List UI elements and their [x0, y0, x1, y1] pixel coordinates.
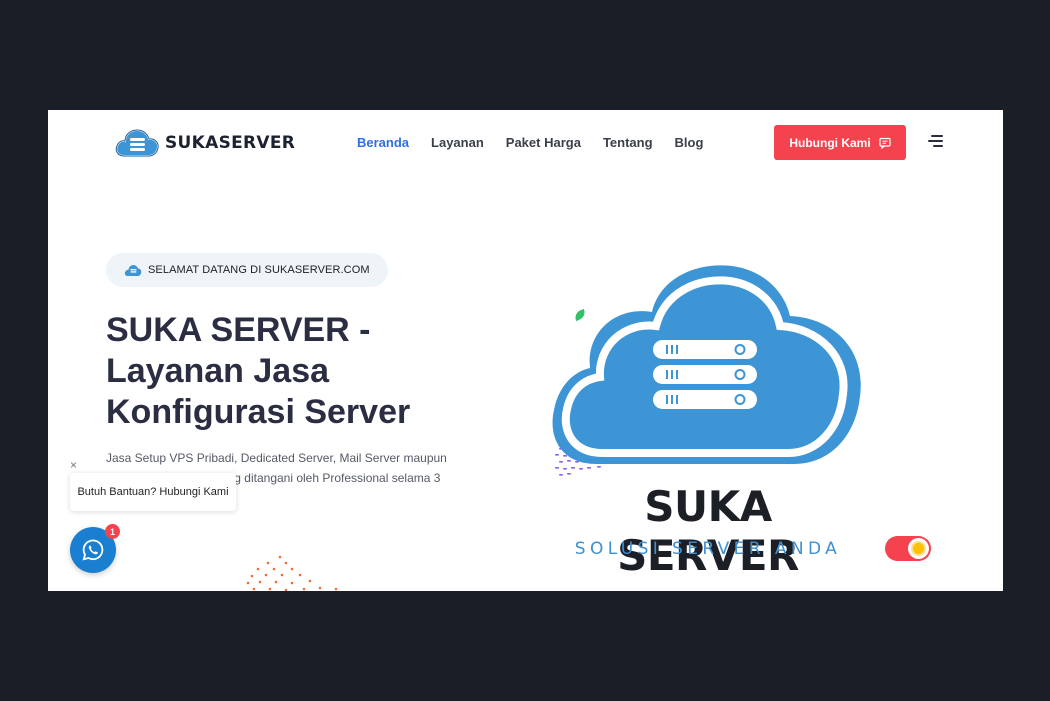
nav-item-layanan[interactable]: Layanan [431, 135, 484, 150]
hero-title: SUKA SERVER - Layanan Jasa Konfigurasi S… [106, 310, 486, 433]
logo-text: SUKASERVER [165, 133, 296, 153]
hero-title-line-3: Konfigurasi Server [106, 393, 411, 431]
nav-item-paket-harga[interactable]: Paket Harga [506, 135, 581, 150]
site-logo[interactable]: SUKASERVER [114, 127, 295, 159]
theme-toggle-switch[interactable] [885, 536, 931, 561]
nav-item-beranda[interactable]: Beranda [357, 135, 409, 150]
sun-icon [908, 538, 929, 559]
contact-us-button[interactable]: Hubungi Kami [774, 125, 906, 160]
message-icon [879, 137, 891, 149]
welcome-badge-text: SELAMAT DATANG DI SUKASERVER.COM [148, 264, 370, 276]
orange-dots-decoration [246, 555, 338, 591]
hero-title-line-2: Layanan Jasa [106, 352, 330, 390]
notification-count-badge: 1 [105, 524, 120, 539]
contact-us-label: Hubungi Kami [789, 135, 871, 150]
nav-item-blog[interactable]: Blog [675, 135, 704, 150]
browser-viewport: SUKASERVER Beranda Layanan Paket Harga T… [48, 110, 1003, 591]
main-navigation: Beranda Layanan Paket Harga Tentang Blog [357, 135, 703, 150]
brand-title: SUKA SERVER [617, 482, 799, 580]
close-icon[interactable]: × [70, 458, 77, 472]
cloud-server-illustration [552, 265, 861, 464]
whatsapp-icon [82, 539, 104, 561]
nav-item-tentang[interactable]: Tentang [603, 135, 653, 150]
whatsapp-help-text: Butuh Bantuan? Hubungi Kami [77, 486, 229, 498]
cloud-icon [124, 264, 142, 276]
hero-title-line-1: SUKA SERVER - [106, 311, 371, 349]
welcome-badge: SELAMAT DATANG DI SUKASERVER.COM [106, 253, 388, 287]
hamburger-menu-icon[interactable] [925, 133, 943, 149]
brand-subtitle: SOLUSI SERVER ANDA [574, 539, 842, 559]
cloud-server-logo-icon [115, 128, 160, 157]
whatsapp-help-bubble[interactable]: Butuh Bantuan? Hubungi Kami [70, 473, 236, 511]
